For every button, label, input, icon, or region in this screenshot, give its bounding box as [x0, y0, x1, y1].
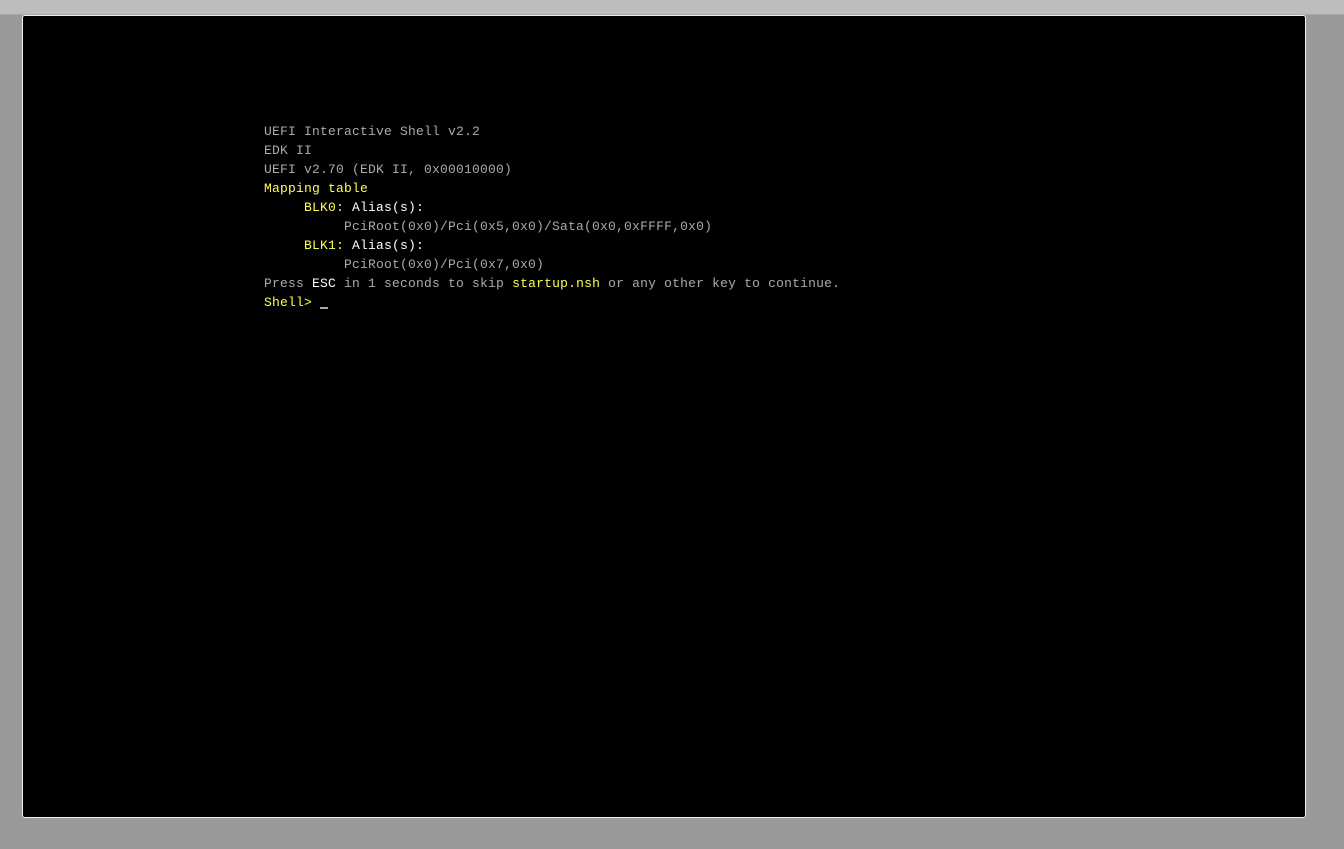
blk0-name: BLK0: [304, 200, 345, 215]
press-prefix: Press [264, 276, 313, 291]
blk1-alias: Alias(s): [344, 238, 425, 253]
blk1-path-line: PciRoot(0x0)/Pci(0x7,0x0) [264, 255, 840, 274]
press-middle: in 1 seconds to skip [336, 276, 513, 291]
shell-prompt: Shell> [264, 295, 321, 310]
uefi-version-line: UEFI v2.70 (EDK II, 0x00010000) [264, 162, 513, 177]
edk-line: EDK II [264, 143, 313, 158]
startup-prompt-line: Press ESC in 1 seconds to skip startup.n… [264, 274, 840, 293]
blk1-path: PciRoot(0x0)/Pci(0x7,0x0) [344, 257, 545, 272]
text-cursor [320, 307, 329, 309]
blk0-path: PciRoot(0x0)/Pci(0x5,0x0)/Sata(0x0,0xFFF… [344, 219, 713, 234]
mapping-table-title: Mapping table [264, 181, 369, 196]
blk0-alias-line: BLK0: Alias(s): [264, 198, 840, 217]
shell-version-line: UEFI Interactive Shell v2.2 [264, 124, 481, 139]
top-bar [0, 0, 1344, 15]
shell-prompt-line[interactable]: Shell> [264, 293, 840, 312]
blk1-alias-line: BLK1: Alias(s): [264, 236, 840, 255]
press-suffix: or any other key to continue. [600, 276, 841, 291]
startup-file: startup.nsh [512, 276, 601, 291]
blk0-alias: Alias(s): [344, 200, 425, 215]
blk0-path-line: PciRoot(0x0)/Pci(0x5,0x0)/Sata(0x0,0xFFF… [264, 217, 840, 236]
vm-console-screen[interactable]: UEFI Interactive Shell v2.2 EDK II UEFI … [22, 15, 1306, 818]
esc-key-label: ESC [312, 276, 337, 291]
uefi-shell-output: UEFI Interactive Shell v2.2 EDK II UEFI … [264, 122, 840, 312]
blk1-name: BLK1: [304, 238, 345, 253]
